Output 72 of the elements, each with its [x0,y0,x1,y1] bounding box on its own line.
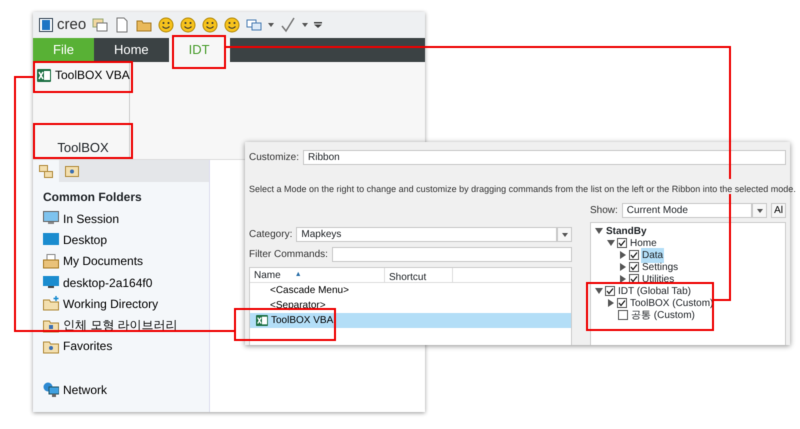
collapsed-triangle-icon[interactable] [620,263,626,271]
tree-item[interactable]: Home [629,236,658,250]
smiley-icon[interactable] [180,17,196,33]
field-label: Customize: [249,151,300,165]
caret-icon [756,208,763,212]
desktop-icon [43,232,59,248]
field-label: Category: [249,228,292,242]
expanded-triangle-icon[interactable] [595,288,603,294]
spreadsheet-icon [256,315,268,326]
checkbox[interactable] [618,310,628,320]
stack-icon[interactable] [92,17,108,33]
group-label: ToolBOX [56,138,110,156]
checked-checkbox[interactable] [617,238,627,248]
command-item[interactable]: <Cascade Menu> [250,283,571,298]
checked-checkbox[interactable] [629,250,639,260]
folder-icon [43,318,59,333]
filter-field[interactable] [332,247,572,262]
collapsed-triangle-icon[interactable] [620,275,626,283]
folder-icon [43,338,59,354]
field-label: Show: [590,204,618,218]
monitor-icon [43,211,59,226]
highlight-frame [172,35,226,69]
command-item[interactable]: ToolBOX VBA [250,313,571,328]
section-heading: Common Folders [42,189,143,206]
tree-item[interactable]: Utilities [641,272,676,286]
folders-icon [39,164,53,178]
network-icon [43,382,59,398]
tree-item[interactable]: Data [641,248,664,262]
collapsed-triangle-icon[interactable] [608,299,614,307]
side-button[interactable]: Al [771,203,786,218]
expanded-triangle-icon[interactable] [595,228,603,234]
smiley-icon[interactable] [158,17,174,33]
checkmark-icon[interactable] [280,17,296,33]
folder-link[interactable]: Desktop [33,229,209,251]
caret-icon [562,232,568,236]
computer-icon [43,275,59,290]
column-header[interactable]: Shortcut [385,268,453,282]
logo-icon [39,18,53,32]
page-icon[interactable] [114,17,130,33]
smiley-icon[interactable] [224,17,240,33]
caret-icon[interactable] [268,23,274,27]
caret-icon[interactable] [302,23,308,27]
checked-checkbox[interactable] [617,298,627,308]
tree-item[interactable]: ToolBOX (Custom) [629,296,714,310]
tree-item[interactable]: Settings [641,260,680,274]
folder-link[interactable]: desktop-2a164f0 [33,272,209,294]
checked-checkbox[interactable] [629,262,639,272]
logo-text: creo [57,14,86,35]
instruction-text: Select a Mode on the right to change and customize by dragging commands from the list on the left or the Ribbon into the selected mode. [249,183,796,195]
ribbon-button[interactable]: ToolBOX VBA [37,66,129,84]
spreadsheet-icon [37,68,51,82]
tree-item[interactable]: 공통 (Custom) [630,308,696,322]
windows-icon[interactable] [246,17,262,33]
column-header[interactable]: Name [254,268,281,282]
expanded-triangle-icon[interactable] [607,240,615,246]
customize-icon[interactable] [314,22,322,28]
folder-link[interactable]: My Documents [33,250,209,272]
documents-icon [43,254,59,269]
checked-checkbox[interactable] [605,286,615,296]
field-label: Filter Commands: [249,248,328,262]
collapsed-triangle-icon[interactable] [620,251,626,259]
folder-icon [43,296,59,312]
folder-link[interactable]: Working Directory [33,293,209,314]
folder-tree-tab[interactable] [33,160,59,182]
tree-item[interactable]: IDT (Global Tab) [617,284,692,298]
smiley-icon[interactable] [202,17,218,33]
folder-link[interactable]: Network [33,379,209,400]
tree-item[interactable]: StandBy [605,224,648,238]
customize-field[interactable]: Ribbon [303,150,786,165]
folder-link[interactable]: In Session [33,208,209,230]
checked-checkbox[interactable] [629,274,639,284]
folder-link[interactable]: Favorites [33,336,209,358]
